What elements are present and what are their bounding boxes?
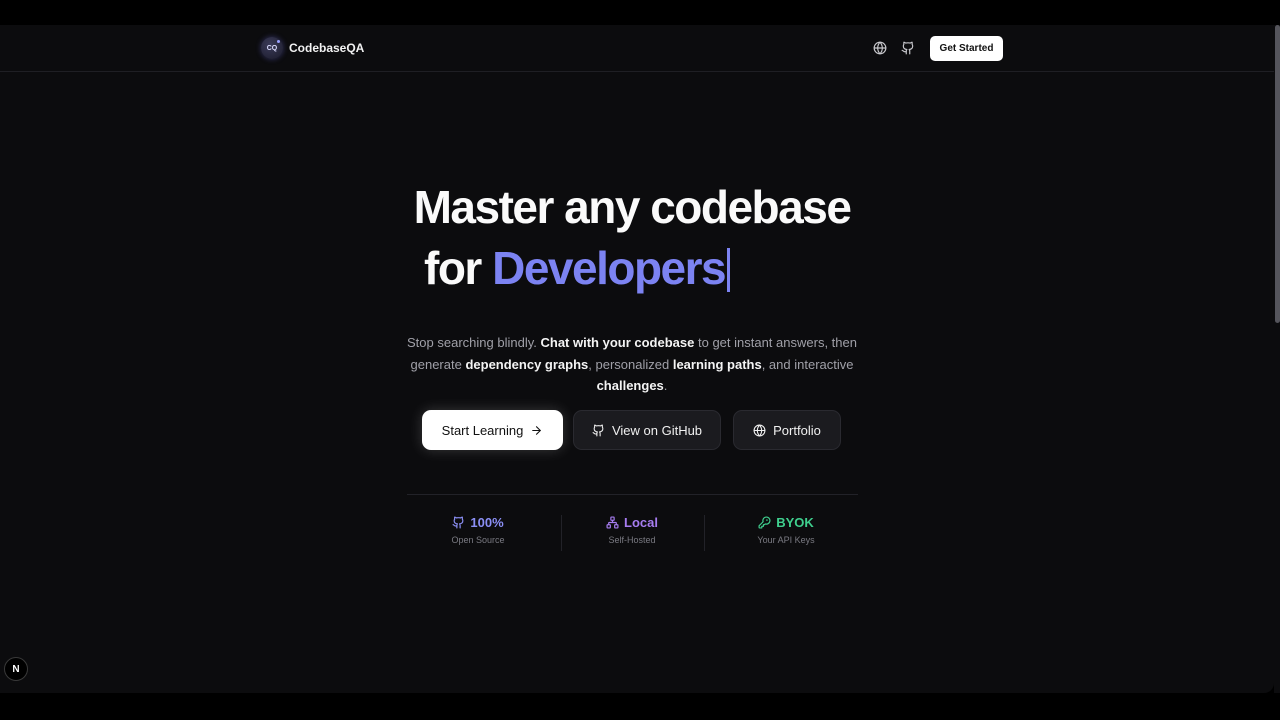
hero-subtitle: Stop searching blindly. Chat with your c…	[400, 332, 864, 397]
dev-tools-badge[interactable]: N	[4, 657, 28, 681]
stat-open-source: 100% Open Source	[408, 515, 548, 545]
stat-label: Your API Keys	[757, 535, 815, 545]
headline-accent-word: Developers	[492, 242, 727, 294]
brand[interactable]: CQ CodebaseQA	[261, 37, 364, 59]
github-icon	[592, 424, 605, 437]
subtitle-highlight: dependency graphs	[465, 356, 589, 372]
scrollbar[interactable]	[1274, 25, 1280, 693]
brand-name: CodebaseQA	[289, 41, 365, 55]
subtitle-highlight: learning paths	[672, 356, 762, 372]
hero-headline: Master any codebase	[413, 181, 852, 233]
stat-value: Local	[624, 515, 658, 530]
hero-headline-typed: for Developers	[424, 241, 731, 295]
stat-self-hosted: Local Self-Hosted	[562, 515, 702, 545]
arrow-right-icon	[530, 424, 543, 437]
stat-value: 100%	[470, 515, 504, 530]
top-navbar: CQ CodebaseQA Get Started	[0, 25, 1274, 72]
portfolio-label: Portfolio	[773, 422, 821, 438]
subtitle-text: , and interactive	[761, 356, 854, 372]
stat-separator	[704, 515, 705, 551]
globe-icon	[753, 424, 766, 437]
scrollbar-thumb[interactable]	[1275, 25, 1280, 323]
globe-icon[interactable]	[873, 41, 887, 55]
subtitle-text: Stop searching blindly.	[407, 335, 537, 350]
subtitle-text: .	[663, 378, 668, 393]
browser-viewport: CQ CodebaseQA Get Started Master any cod…	[0, 25, 1274, 693]
start-learning-button[interactable]: Start Learning	[422, 410, 563, 450]
stats-divider	[407, 494, 858, 495]
view-github-button[interactable]: View on GitHub	[573, 410, 721, 450]
github-icon[interactable]	[901, 41, 915, 55]
subtitle-text: , personalized	[588, 356, 670, 372]
get-started-button[interactable]: Get Started	[930, 36, 1003, 61]
github-icon	[452, 516, 465, 529]
key-icon	[758, 516, 771, 529]
subtitle-highlight: challenges	[596, 378, 664, 393]
stat-label: Self-Hosted	[608, 535, 656, 545]
start-learning-label: Start Learning	[441, 422, 524, 438]
typing-cursor	[727, 248, 731, 292]
portfolio-button[interactable]: Portfolio	[733, 410, 841, 450]
stat-label: Open Source	[451, 535, 505, 545]
stat-byok: BYOK Your API Keys	[716, 515, 856, 545]
stat-value: BYOK	[776, 515, 814, 530]
view-github-label: View on GitHub	[611, 422, 703, 438]
brand-logo: CQ	[261, 37, 283, 59]
subtitle-highlight: Chat with your codebase	[540, 335, 695, 350]
network-icon	[606, 516, 619, 529]
headline-prefix: for	[424, 242, 482, 294]
